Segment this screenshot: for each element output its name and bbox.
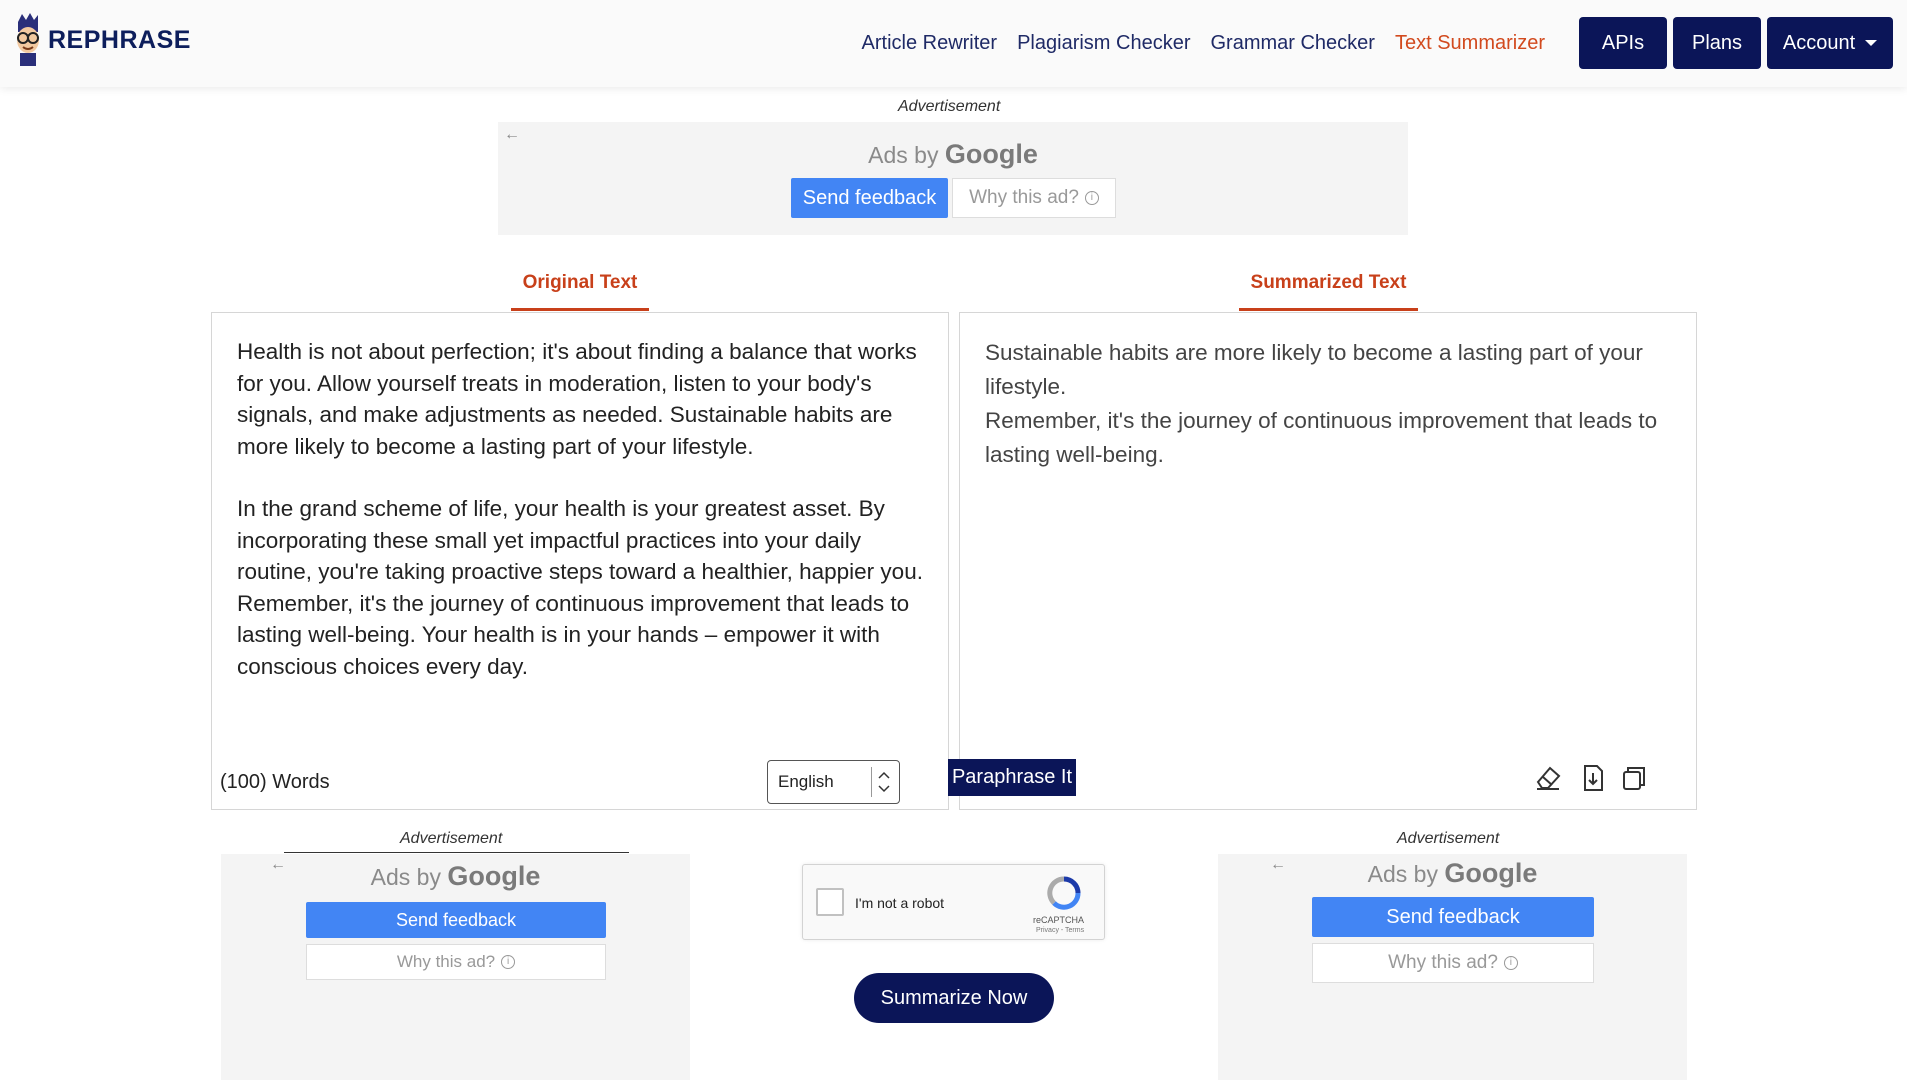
tab-original-underline (511, 308, 649, 311)
nav-link-grammar-checker[interactable]: Grammar Checker (1210, 32, 1374, 55)
tab-summarized-underline (1239, 308, 1418, 311)
recaptcha-label: I'm not a robot (855, 895, 945, 911)
ad-top: ← Ads by Google Send feedback Why this a… (498, 122, 1408, 235)
nav-links: Article Rewriter Plagiarism Checker Gram… (862, 17, 1907, 69)
account-label: Account (1782, 31, 1856, 54)
brand-name: REPHRASE (48, 25, 191, 54)
send-feedback-button[interactable]: Send feedback (306, 902, 606, 938)
plans-button[interactable]: Plans (1673, 17, 1761, 69)
info-icon: i (1084, 191, 1099, 205)
word-count: (100) Words (220, 771, 330, 793)
recaptcha-brand: reCAPTCHA (1033, 915, 1085, 925)
tab-original-text[interactable]: Original Text (511, 272, 649, 294)
copy-icon[interactable] (1619, 763, 1649, 793)
nav-link-text-summarizer[interactable]: Text Summarizer (1395, 32, 1545, 55)
why-this-ad-button[interactable]: Why this ad? i (952, 178, 1116, 218)
navbar: REPHRASE Article Rewriter Plagiarism Che… (0, 0, 1907, 87)
language-select[interactable]: English (767, 760, 900, 804)
original-paragraph: In the grand scheme of life, your health… (237, 496, 923, 679)
ads-by-text: Ads by (1367, 861, 1438, 887)
download-icon[interactable] (1578, 763, 1608, 793)
original-paragraph: Health is not about perfection; it's abo… (237, 339, 917, 459)
recaptcha-terms-link[interactable]: Privacy - Terms (1036, 927, 1084, 934)
ads-by-google: Ads by Google (221, 861, 690, 892)
ad-right: ← Ads by Google Send feedback Why this a… (1218, 854, 1687, 1080)
ads-by-text: Ads by (868, 142, 939, 168)
tab-summarized-text[interactable]: Summarized Text (1239, 272, 1418, 294)
updown-arrows-icon (871, 767, 895, 797)
ads-by-text: Ads by (370, 864, 441, 890)
ads-by-google: Ads by Google (498, 139, 1408, 170)
account-dropdown-button[interactable]: Account (1767, 17, 1893, 69)
logo-mascot-icon (17, 13, 39, 66)
why-this-ad-label: Why this ad? (396, 952, 496, 971)
ad-left-label: Advertisement (400, 830, 503, 847)
recaptcha-checkbox[interactable] (816, 888, 844, 916)
why-this-ad-button[interactable]: Why this ad? i (306, 944, 606, 980)
summary-line: Remember, it's the journey of continuous… (985, 408, 1658, 467)
ad-left: ← Ads by Google Send feedback Why this a… (221, 854, 690, 1080)
info-icon: i (1503, 956, 1518, 970)
ads-by-google: Ads by Google (1218, 858, 1687, 889)
paraphrase-it-button[interactable]: Paraphrase It (948, 759, 1076, 796)
why-this-ad-button[interactable]: Why this ad? i (1312, 943, 1594, 983)
send-feedback-button[interactable]: Send feedback (1312, 897, 1594, 937)
nav-link-plagiarism-checker[interactable]: Plagiarism Checker (1017, 32, 1190, 55)
summary-line: Sustainable habits are more likely to be… (985, 340, 1643, 399)
send-feedback-button[interactable]: Send feedback (791, 178, 948, 218)
why-this-ad-label: Why this ad? (1388, 952, 1498, 973)
language-value: English (778, 772, 834, 791)
why-this-ad-label: Why this ad? (969, 187, 1079, 208)
ad-top-label: Advertisement (898, 98, 1001, 115)
google-wordmark: Google (1444, 858, 1538, 888)
recaptcha-widget: I'm not a robot reCAPTCHA Privacy - Term… (802, 864, 1105, 940)
google-wordmark: Google (944, 139, 1038, 169)
apis-button[interactable]: APIs (1579, 17, 1667, 69)
info-icon: i (501, 955, 516, 969)
nav-link-article-rewriter[interactable]: Article Rewriter (862, 32, 998, 55)
google-wordmark: Google (447, 861, 541, 891)
ad-right-label: Advertisement (1397, 830, 1500, 847)
eraser-icon[interactable] (1533, 763, 1563, 793)
caret-down-icon (1865, 40, 1878, 46)
ad-left-divider (284, 852, 629, 853)
summarize-now-button[interactable]: Summarize Now (854, 973, 1054, 1023)
summarized-text-output: Sustainable habits are more likely to be… (985, 336, 1685, 472)
brand-logo[interactable]: REPHRASE (14, 12, 191, 68)
recaptcha-logo-icon (1047, 876, 1081, 910)
original-text-input[interactable]: Health is not about perfection; it's abo… (237, 336, 942, 713)
